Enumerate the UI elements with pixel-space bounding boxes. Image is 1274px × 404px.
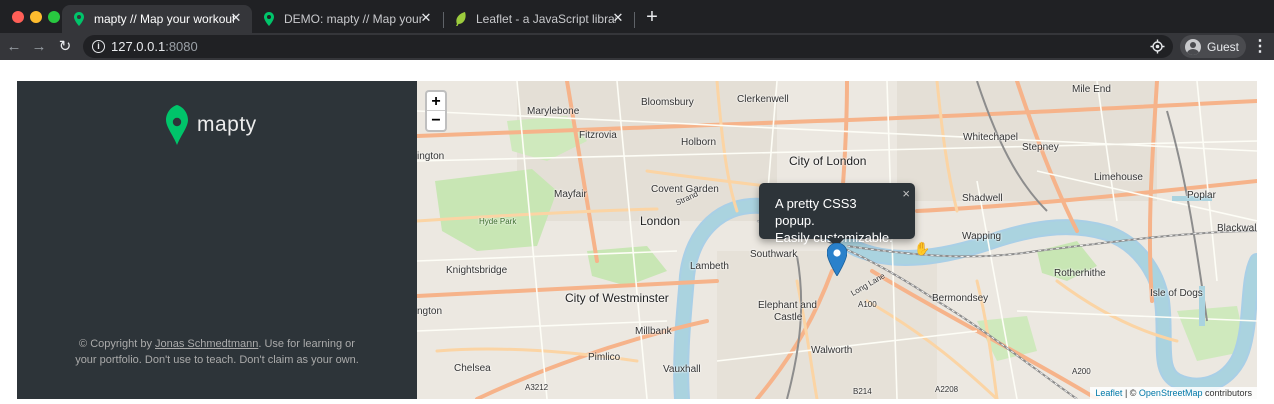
map-label-london: London (640, 214, 681, 228)
map-label-holborn: Holborn (681, 137, 717, 148)
map-label-whitechapel: Whitechapel (963, 132, 1019, 143)
attribution-contributors: contributors (1202, 388, 1252, 398)
popup-line-1: A pretty CSS3 popup. (775, 196, 857, 228)
map-label-city-of-london: City of London (789, 154, 867, 168)
map-label-southwark: Southwark (750, 249, 798, 260)
avatar-icon (1185, 38, 1201, 55)
map-popup: × A pretty CSS3 popup. Easily customizab… (759, 183, 915, 245)
map-label-hyde-park: Hyde Park (479, 217, 517, 226)
map-label-wapping: Wapping (962, 231, 1002, 242)
tab-title: mapty // Map your workouts (94, 12, 234, 26)
url-host: 127.0.0.1 (111, 39, 166, 54)
sidebar: mapty © Copyright by Jonas Schmedtmann. … (17, 81, 417, 399)
map-label-elephant-and: Elephant and (758, 300, 817, 311)
map-label-knightsbridge: Knightsbridge (446, 265, 508, 276)
mapty-app: mapty © Copyright by Jonas Schmedtmann. … (17, 81, 1257, 399)
info-icon[interactable]: i (92, 40, 105, 53)
new-tab-button[interactable]: + (642, 7, 662, 27)
map-label-ngton: ngton (417, 306, 443, 317)
reload-icon[interactable]: ↻ (55, 37, 75, 57)
hand-cursor-icon: ✋ (914, 241, 931, 256)
leaf-icon (454, 12, 468, 26)
map-label-rotherhithe: Rotherhithe (1054, 268, 1106, 279)
copyright-prefix: © Copyright by (79, 338, 155, 350)
map-label-pimlico: Pimlico (588, 352, 621, 363)
map-label-blackwall: Blackwall (1217, 223, 1257, 234)
map-attribution: Leaflet | © OpenStreetMap contributors (1090, 387, 1257, 399)
map-pin-icon (262, 12, 276, 26)
map-label-a2208: A2208 (935, 385, 959, 394)
tab-leaflet[interactable]: Leaflet - a JavaScript library for inter… (444, 5, 634, 33)
author-link[interactable]: Jonas Schmedtmann (155, 338, 258, 350)
tab-mapty[interactable]: mapty // Map your workouts ✕ (62, 5, 252, 33)
map-label-marylebone: Marylebone (527, 106, 580, 117)
zoom-in-button[interactable]: + (427, 92, 445, 111)
map-label-bloomsbury: Bloomsbury (641, 97, 694, 108)
attribution-sep: | © (1122, 388, 1139, 398)
tab-demo-mapty[interactable]: DEMO: mapty // Map your workouts ✕ (252, 5, 442, 33)
url-port: :8080 (165, 39, 198, 54)
map-label-castle: Castle (774, 312, 803, 323)
maximize-window-button[interactable] (48, 11, 60, 23)
close-window-button[interactable] (12, 11, 24, 23)
leaflet-link[interactable]: Leaflet (1095, 388, 1122, 398)
zoom-out-button[interactable]: − (427, 111, 445, 130)
map-label-a3212: A3212 (525, 383, 549, 392)
map-label-a100: A100 (858, 300, 877, 309)
map-container[interactable]: Marylebone Bloomsbury Clerkenwell Mile E… (417, 81, 1257, 399)
zoom-control: + − (425, 90, 447, 132)
logo-text: mapty (197, 113, 257, 136)
map-label-b214: B214 (853, 387, 872, 396)
map-label-vauxhall: Vauxhall (663, 364, 701, 375)
close-tab-icon[interactable]: ✕ (610, 10, 626, 26)
more-menu-icon[interactable]: ⋮ (1252, 37, 1268, 57)
map-label-poplar: Poplar (1187, 190, 1216, 201)
minimize-window-button[interactable] (30, 11, 42, 23)
map-label-lambeth: Lambeth (690, 261, 729, 272)
profile-button[interactable]: Guest (1180, 35, 1246, 58)
map-marker-icon[interactable] (827, 243, 847, 276)
map-label-mile-end: Mile End (1072, 84, 1111, 95)
address-bar[interactable]: i 127.0.0.1:8080 (83, 35, 1173, 58)
map-label-chelsea: Chelsea (454, 363, 491, 374)
profile-name: Guest (1207, 39, 1240, 54)
map-label-fitzrovia: Fitzrovia (579, 130, 617, 141)
map-label-millbank: Millbank (635, 326, 672, 337)
tab-title: DEMO: mapty // Map your workouts (284, 12, 424, 26)
map-label-bermondsey: Bermondsey (932, 293, 989, 304)
osm-link[interactable]: OpenStreetMap (1139, 388, 1203, 398)
browser-tab-bar: mapty // Map your workouts ✕ DEMO: mapty… (0, 0, 1274, 33)
map-label-walworth: Walworth (811, 345, 853, 356)
tab-title: Leaflet - a JavaScript library for inter… (476, 12, 616, 26)
url-text[interactable]: 127.0.0.1:8080 (111, 39, 198, 54)
map-label-mayfair: Mayfair (554, 189, 587, 200)
map-pin-logo-icon (166, 105, 188, 145)
location-icon[interactable] (1150, 39, 1165, 54)
copyright-text: © Copyright by Jonas Schmedtmann. Use fo… (17, 336, 417, 368)
forward-arrow-icon[interactable]: → (29, 37, 49, 57)
map-label-isle-of-dogs: Isle of Dogs (1150, 288, 1203, 299)
map-label-city-of-westminster: City of Westminster (565, 291, 669, 305)
popup-close-button[interactable]: × (902, 185, 910, 202)
tab-separator (634, 12, 635, 28)
logo: mapty (165, 105, 257, 145)
close-tab-icon[interactable]: ✕ (228, 10, 244, 26)
map-pin-icon (72, 12, 86, 26)
map-label-stepney: Stepney (1022, 142, 1059, 153)
map-label-shadwell: Shadwell (962, 193, 1003, 204)
back-arrow-icon[interactable]: ← (4, 37, 24, 57)
map-label-clerkenwell: Clerkenwell (737, 94, 789, 105)
close-tab-icon[interactable]: ✕ (418, 10, 434, 26)
map-label-limehouse: Limehouse (1094, 172, 1143, 183)
map-label-a200: A200 (1072, 367, 1091, 376)
map-label-ington: ington (417, 151, 445, 162)
browser-toolbar: ← → ↻ i 127.0.0.1:8080 Guest ⋮ (0, 33, 1274, 60)
